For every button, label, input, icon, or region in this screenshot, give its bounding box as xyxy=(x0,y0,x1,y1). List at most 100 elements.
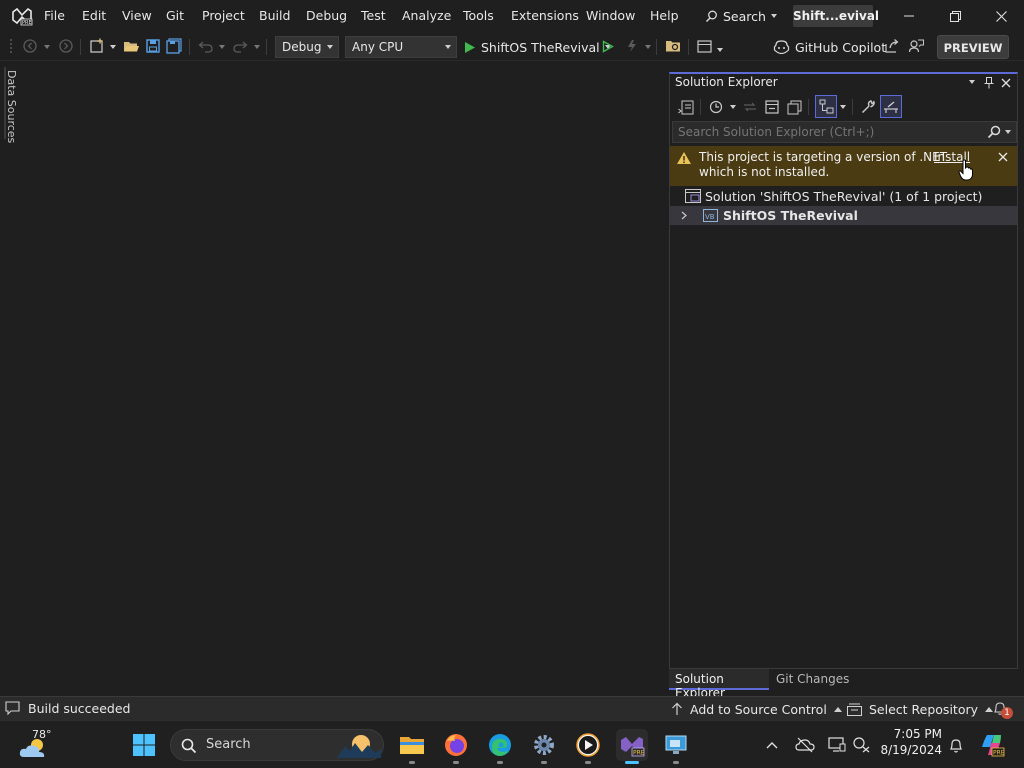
start-debugging-button[interactable]: ShiftOS TheRevival xyxy=(464,37,611,57)
menu-window[interactable]: Window xyxy=(586,8,635,23)
browse-folder-icon[interactable] xyxy=(663,36,683,56)
output-window-icon[interactable] xyxy=(5,701,20,715)
window-position-dropdown-icon[interactable] xyxy=(969,80,975,84)
firefox-app[interactable] xyxy=(440,729,472,764)
solution-name-badge[interactable]: Shift...evival xyxy=(793,5,879,27)
notifications-button[interactable]: 1 xyxy=(992,700,1016,719)
menu-view[interactable]: View xyxy=(122,8,152,23)
start-button[interactable] xyxy=(128,729,160,761)
chevron-up-icon[interactable] xyxy=(766,741,778,749)
solution-tree: Solution 'ShiftOS TheRevival' (1 of 1 pr… xyxy=(670,186,1017,225)
file-explorer-app[interactable] xyxy=(396,729,428,764)
menu-analyze[interactable]: Analyze xyxy=(402,8,451,23)
minimize-button[interactable] xyxy=(896,4,922,28)
chevron-down-icon[interactable] xyxy=(645,45,651,49)
display-icon[interactable] xyxy=(828,737,846,753)
sync-with-active-document-icon[interactable] xyxy=(740,97,760,117)
configuration-dropdown[interactable]: Debug xyxy=(275,36,339,58)
global-search-button[interactable]: Search xyxy=(705,6,777,26)
menu-extensions[interactable]: Extensions xyxy=(511,8,579,23)
collapse-all-icon[interactable] xyxy=(762,97,782,117)
start-without-debugging-icon[interactable] xyxy=(598,36,618,56)
chevron-down-icon[interactable] xyxy=(219,45,225,49)
undo-icon[interactable] xyxy=(195,36,215,56)
warning-message-line2: which is not installed. xyxy=(699,165,830,179)
taskbar-search-box[interactable]: Search xyxy=(170,729,384,761)
running-indicator xyxy=(453,761,459,764)
properties-wrench-icon[interactable] xyxy=(858,97,878,117)
solution-explorer-search[interactable] xyxy=(672,121,1017,143)
arrow-up-icon xyxy=(672,702,682,715)
select-repository-button[interactable]: Select Repository xyxy=(847,700,994,718)
menu-build[interactable]: Build xyxy=(259,8,290,23)
chevron-down-icon[interactable] xyxy=(730,105,736,109)
feedback-icon[interactable] xyxy=(906,36,926,56)
show-all-files-icon[interactable] xyxy=(784,97,804,117)
tree-item-project[interactable]: VB ShiftOS TheRevival xyxy=(670,206,1017,225)
menu-debug[interactable]: Debug xyxy=(306,8,347,23)
chevron-down-icon xyxy=(770,14,777,18)
live-share-icon[interactable] xyxy=(882,36,902,56)
chevron-down-icon[interactable] xyxy=(254,45,260,49)
menu-tools[interactable]: Tools xyxy=(463,8,494,23)
pin-icon[interactable] xyxy=(982,76,996,90)
svg-text:PRE: PRE xyxy=(22,20,32,26)
search-options-chevron-icon[interactable] xyxy=(1005,130,1011,134)
global-search-label: Search xyxy=(723,8,766,24)
clock[interactable]: 7:05 PM 8/19/2024 xyxy=(880,727,942,757)
filter-project-icon[interactable] xyxy=(815,95,837,118)
github-copilot-button[interactable]: GitHub Copilot xyxy=(773,37,886,57)
close-icon xyxy=(995,10,1007,22)
onedrive-offline-icon[interactable] xyxy=(795,737,815,753)
copilot-app[interactable]: PRE xyxy=(976,729,1008,761)
redo-icon[interactable] xyxy=(230,36,250,56)
navigate-back-icon[interactable] xyxy=(20,36,40,56)
settings-app[interactable] xyxy=(528,729,560,764)
tree-item-solution[interactable]: Solution 'ShiftOS TheRevival' (1 of 1 pr… xyxy=(670,187,1017,206)
menu-file[interactable]: File xyxy=(44,8,65,23)
menu-help[interactable]: Help xyxy=(650,8,679,23)
close-button[interactable] xyxy=(988,4,1014,28)
firefox-icon xyxy=(445,734,467,756)
switch-views-icon[interactable] xyxy=(676,97,696,117)
chevron-down-icon[interactable] xyxy=(110,45,116,49)
search-highlight-image-icon xyxy=(337,735,381,758)
solution-explorer-toolbar xyxy=(670,94,1017,120)
menu-git[interactable]: Git xyxy=(166,8,184,23)
hot-reload-icon[interactable] xyxy=(622,36,642,56)
solution-explorer-search-input[interactable] xyxy=(678,125,978,139)
visual-studio-preview-app[interactable]: PRE xyxy=(616,729,648,764)
menu-test[interactable]: Test xyxy=(361,8,386,23)
platform-dropdown[interactable]: Any CPU xyxy=(345,36,457,58)
data-sources-tab[interactable]: Data Sources xyxy=(5,70,18,143)
save-icon[interactable] xyxy=(143,36,163,56)
navigate-forward-icon[interactable] xyxy=(56,36,76,56)
edge-app[interactable] xyxy=(484,729,516,764)
add-to-source-control-button[interactable]: Add to Source Control xyxy=(671,700,842,718)
new-project-icon[interactable] xyxy=(87,36,107,56)
weather-widget[interactable]: 78° xyxy=(14,727,62,763)
copilot-label: GitHub Copilot xyxy=(795,39,887,55)
left-tool-strip xyxy=(0,62,30,696)
chevron-down-icon[interactable] xyxy=(840,105,846,109)
pending-changes-filter-icon[interactable] xyxy=(706,97,726,117)
open-folder-icon[interactable] xyxy=(121,36,141,56)
network-icon[interactable] xyxy=(853,737,871,753)
expand-arrow-icon[interactable] xyxy=(681,211,687,220)
restore-button[interactable] xyxy=(942,4,968,28)
preview-badge[interactable]: PREVIEW xyxy=(937,35,1009,59)
preview-selected-items-icon[interactable] xyxy=(880,95,902,118)
chevron-down-icon[interactable] xyxy=(44,45,50,49)
remote-desktop-app[interactable] xyxy=(660,729,692,764)
layout-icon[interactable] xyxy=(694,36,714,56)
dismiss-warning-icon[interactable] xyxy=(996,150,1010,164)
save-all-icon[interactable] xyxy=(164,36,184,56)
tab-git-changes[interactable]: Git Changes xyxy=(776,672,849,686)
menu-project[interactable]: Project xyxy=(202,8,245,23)
menu-edit[interactable]: Edit xyxy=(82,8,106,23)
close-panel-icon[interactable] xyxy=(999,76,1013,90)
tab-solution-explorer[interactable]: Solution Explorer xyxy=(669,669,769,700)
chevron-down-icon[interactable] xyxy=(717,48,723,52)
notification-bell-icon[interactable] xyxy=(948,737,964,754)
media-player-app[interactable] xyxy=(572,729,604,764)
